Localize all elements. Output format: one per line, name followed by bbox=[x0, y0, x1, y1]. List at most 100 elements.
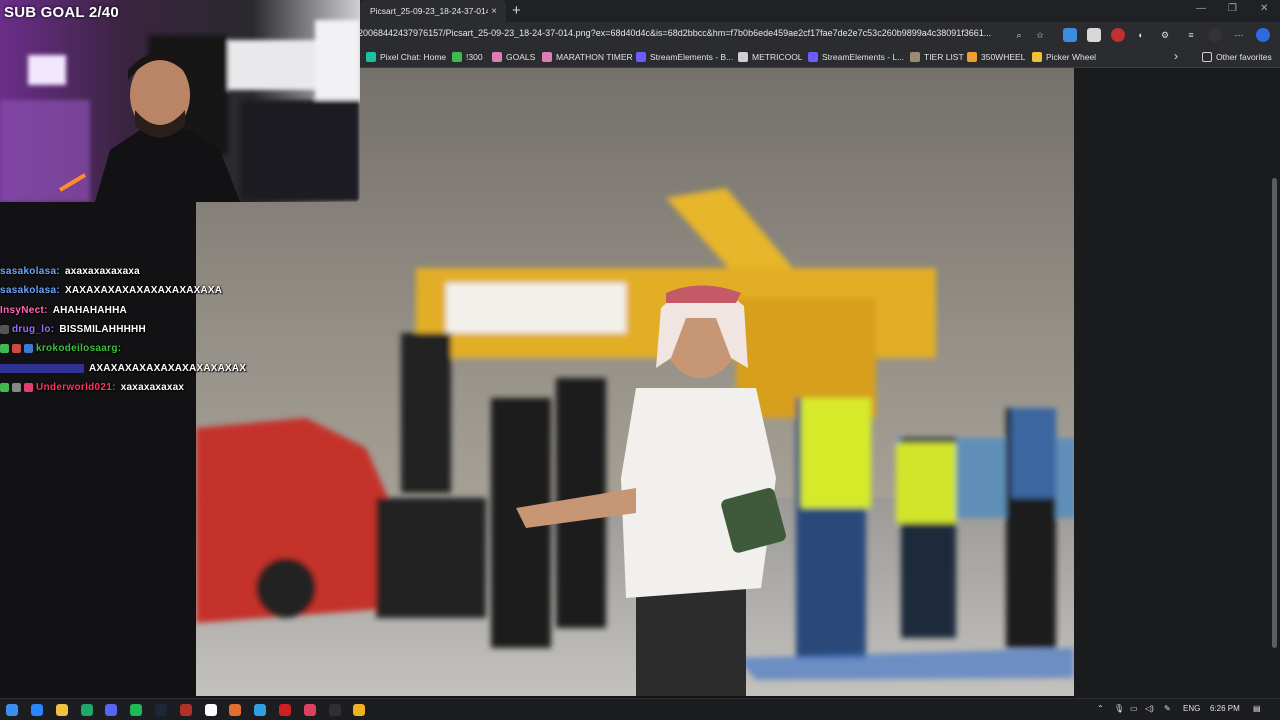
bookmark-item[interactable]: Pixel Chat: Home bbox=[366, 52, 446, 62]
bookmark-item[interactable]: MARATHON TIMER bbox=[542, 52, 633, 62]
bookmark-favicon-icon bbox=[452, 52, 462, 62]
favorites-icon[interactable]: ≡ bbox=[1184, 28, 1198, 42]
profile-avatar-icon[interactable] bbox=[1208, 28, 1222, 42]
taskbar-app-icon[interactable] bbox=[279, 704, 291, 716]
bookmark-label: 350WHEEL bbox=[981, 52, 1026, 62]
chat-text: xaxaxaxaxax bbox=[120, 381, 185, 393]
new-tab-button[interactable]: + bbox=[512, 2, 521, 19]
copilot-icon[interactable] bbox=[1256, 28, 1270, 42]
bookmark-item[interactable]: !300 bbox=[452, 52, 483, 62]
bookmark-favicon-icon bbox=[910, 52, 920, 62]
chat-username: InsyNect: bbox=[0, 304, 48, 316]
favorite-star-icon[interactable]: ☆ bbox=[1033, 28, 1047, 42]
bookmark-favicon-icon bbox=[492, 52, 502, 62]
chat-username: krokodeilosaarg: bbox=[36, 343, 122, 355]
extension-icon[interactable] bbox=[1111, 28, 1125, 42]
taskbar-app-icon[interactable] bbox=[328, 704, 341, 716]
taskbar-app-icon[interactable] bbox=[155, 704, 167, 716]
network-icon[interactable]: ▭ bbox=[1130, 704, 1138, 713]
scrollbar-thumb[interactable] bbox=[1272, 178, 1277, 648]
pen-icon[interactable]: ✎ bbox=[1164, 704, 1171, 713]
bookmark-favicon-icon bbox=[636, 52, 646, 62]
extensions-icon[interactable]: ⚙ bbox=[1158, 28, 1172, 42]
bookmark-favicon-icon bbox=[366, 52, 376, 62]
taskbar-app-icon[interactable] bbox=[80, 704, 93, 716]
maximize-button[interactable]: ❐ bbox=[1228, 3, 1237, 14]
chat-message: InsyNect: AHAHAHAHHA bbox=[0, 301, 260, 320]
chat-username: drug_lo: bbox=[12, 324, 55, 336]
chat-text: BISSMILAHHHHH bbox=[59, 324, 146, 336]
extension-icon[interactable] bbox=[1087, 28, 1101, 42]
close-window-button[interactable]: ✕ bbox=[1260, 3, 1268, 14]
sub-goal-counter: SUB GOAL 2/40 bbox=[4, 4, 119, 21]
bookmark-item[interactable]: GOALS bbox=[492, 52, 535, 62]
chat-text: AXAXAXAXAXAXAXAXAXAXAX bbox=[89, 362, 247, 374]
read-aloud-icon[interactable]: ◖ bbox=[1133, 28, 1147, 42]
chat-badge-icon bbox=[24, 344, 33, 354]
chat-message: sasakolasa: XAXAXAXAXAXAXAXAXAXAXA bbox=[0, 281, 260, 300]
microphone-icon[interactable]: 🎙 bbox=[1114, 704, 1124, 713]
chat-username: sasakolasa: bbox=[0, 266, 61, 278]
bookmark-label: Picker Wheel bbox=[1046, 52, 1097, 62]
volume-icon[interactable]: ◁) bbox=[1145, 704, 1154, 713]
chat-badge-icon bbox=[0, 382, 9, 392]
taskbar-app-icon[interactable] bbox=[303, 704, 316, 716]
chat-message: krokodeilosaarg: bbox=[0, 339, 260, 358]
bookmark-label: GOALS bbox=[506, 52, 536, 62]
bookmark-label: METRICOOL bbox=[752, 52, 803, 62]
bookmarks-overflow-button[interactable]: › bbox=[1174, 49, 1178, 63]
zoom-icon[interactable]: ⌕ bbox=[1012, 28, 1026, 42]
bookmark-label: StreamElements - B... bbox=[650, 52, 734, 62]
chat-text: axaxaxaxaxaxa bbox=[65, 266, 140, 278]
chat-message: AXAXAXAXAXAXAXAXAXAXAX bbox=[0, 358, 260, 377]
bookmark-item[interactable]: Picker Wheel bbox=[1032, 52, 1096, 62]
bookmark-favicon-icon bbox=[542, 52, 552, 62]
screen: Picsart_25-09-23_18-24-37-014.p × + — ❐ … bbox=[0, 0, 1280, 720]
taskbar-app-icon[interactable] bbox=[179, 704, 192, 716]
bookmark-label: StreamElements - L... bbox=[822, 52, 905, 62]
bookmark-label: MARATHON TIMER bbox=[556, 52, 633, 62]
bookmark-item[interactable]: StreamElements - B... bbox=[636, 52, 733, 62]
bookmark-item[interactable]: StreamElements - L... bbox=[808, 52, 904, 62]
chat-badge-icon bbox=[12, 344, 21, 354]
scrollbar[interactable] bbox=[1270, 68, 1280, 698]
taskbar-app-icon[interactable] bbox=[353, 704, 366, 716]
more-menu-icon[interactable]: ⋯ bbox=[1232, 28, 1246, 42]
taskbar-app-icon[interactable] bbox=[229, 704, 242, 716]
tray-chevron-icon[interactable]: ⌃ bbox=[1097, 704, 1104, 713]
chat-text: XAXAXAXAXAXAXAXAXAXAXA bbox=[65, 285, 223, 297]
bookmark-favicon-icon bbox=[808, 52, 818, 62]
webcam-feed: SUB GOAL 2/40 bbox=[0, 0, 360, 202]
stream-chat: sasakolasa: axaxaxaxaxaxa sasakolasa: XAXAX… bbox=[0, 262, 260, 397]
chat-username: sasakolasa: bbox=[0, 285, 61, 297]
bookmark-item[interactable]: METRICOOL bbox=[738, 52, 803, 62]
extension-icon[interactable] bbox=[1063, 28, 1077, 42]
bookmark-item[interactable]: TIER LIST bbox=[910, 52, 964, 62]
notifications-icon[interactable]: ▤ bbox=[1253, 704, 1261, 713]
language-indicator[interactable]: ENG bbox=[1183, 704, 1200, 713]
bookmark-favicon-icon bbox=[1032, 52, 1042, 62]
clock[interactable]: 6:26 PM bbox=[1210, 704, 1240, 713]
chat-badge-icon bbox=[0, 325, 9, 335]
minimize-button[interactable]: — bbox=[1196, 3, 1206, 14]
taskbar-app-icon[interactable] bbox=[105, 704, 118, 716]
chat-badge-icon bbox=[12, 382, 21, 392]
taskbar-app-icon[interactable] bbox=[130, 704, 143, 716]
bookmark-label: !300 bbox=[466, 52, 483, 62]
other-favorites-folder[interactable]: Other favorites bbox=[1202, 52, 1272, 62]
chat-username bbox=[0, 363, 84, 373]
taskbar-app-icon[interactable] bbox=[204, 704, 217, 716]
start-menu-icon[interactable] bbox=[6, 704, 18, 716]
bookmark-favicon-icon bbox=[967, 52, 977, 62]
address-bar[interactable]: 20068442437976157/Picsart_25-09-23_18-24… bbox=[358, 28, 1008, 38]
bookmark-label: Pixel Chat: Home bbox=[380, 52, 447, 62]
taskbar-app-icon[interactable] bbox=[31, 704, 43, 716]
folder-icon bbox=[1202, 52, 1212, 62]
browser-tab[interactable]: Picsart_25-09-23_18-24-37-014.p × bbox=[360, 0, 506, 22]
bookmark-item[interactable]: 350WHEEL bbox=[967, 52, 1025, 62]
bookmark-favicon-icon bbox=[738, 52, 748, 62]
other-favorites-label: Other favorites bbox=[1216, 52, 1272, 62]
tab-close-icon[interactable]: × bbox=[488, 6, 500, 17]
taskbar-app-icon[interactable] bbox=[55, 704, 68, 716]
taskbar-app-icon[interactable] bbox=[254, 704, 267, 716]
